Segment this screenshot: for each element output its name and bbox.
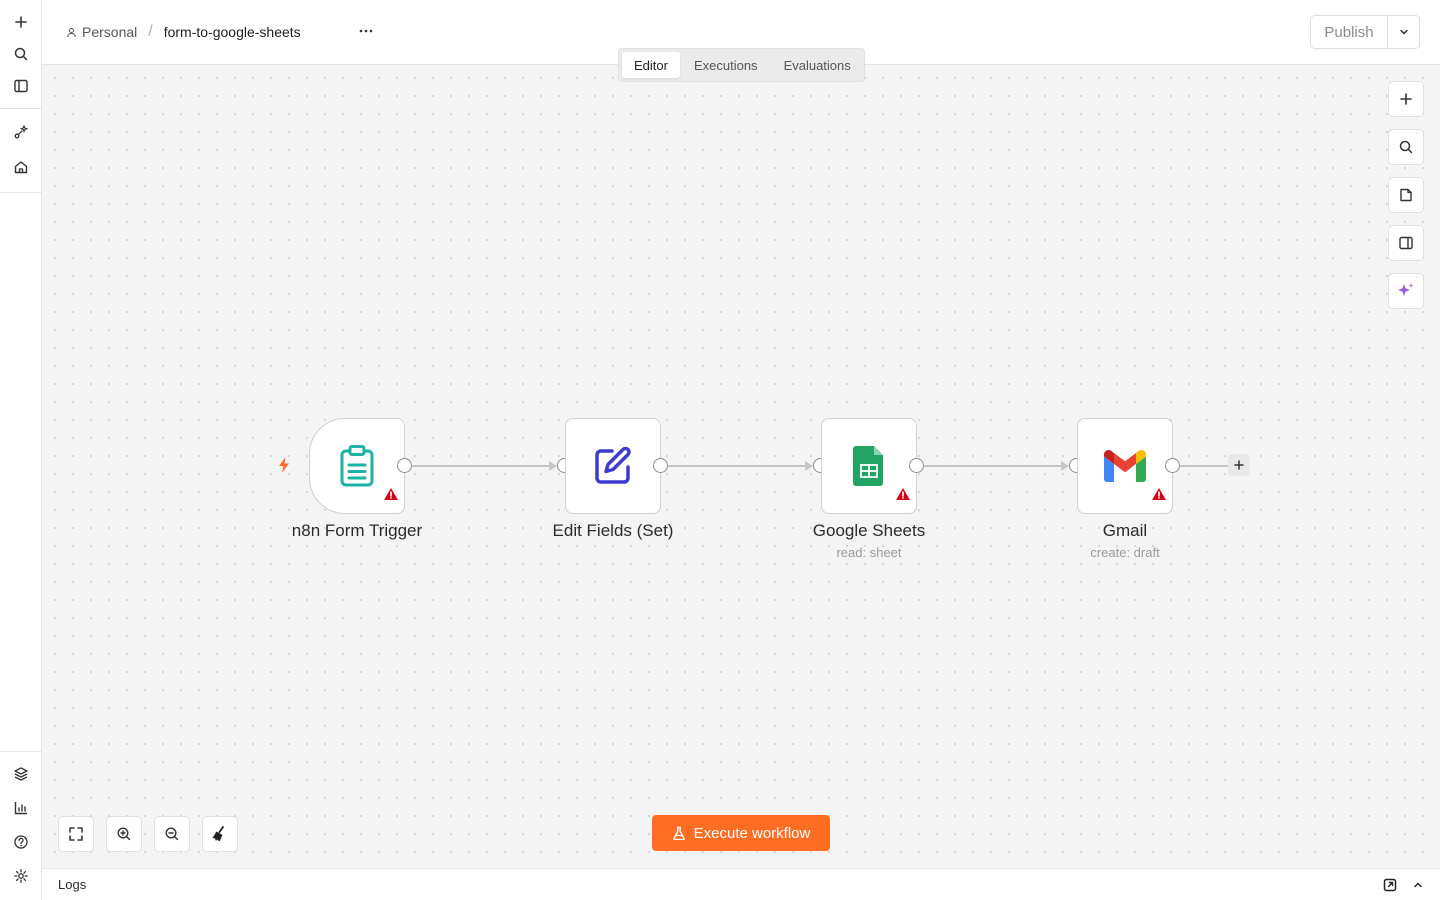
connection-edge[interactable] [668, 465, 806, 467]
connection-edge [1180, 465, 1228, 467]
publish-button[interactable]: Publish [1311, 16, 1387, 48]
warning-icon [383, 487, 399, 506]
broom-icon [212, 826, 224, 842]
user-icon [67, 27, 76, 37]
connection-edge[interactable] [412, 465, 550, 467]
fit-view-button[interactable] [58, 816, 94, 852]
rail-divider [0, 108, 42, 109]
node-label: Edit Fields (Set) [552, 521, 674, 540]
panel-left-icon[interactable] [9, 74, 33, 98]
plus-icon [1234, 460, 1244, 470]
node-label: Google Sheets [812, 521, 926, 540]
sticky-note-icon [1400, 188, 1412, 202]
templates-icon[interactable] [9, 762, 33, 786]
logs-label: Logs [58, 877, 87, 892]
node-gmail[interactable] [1077, 418, 1173, 514]
output-handle[interactable] [653, 458, 668, 473]
connection-arrow [1061, 461, 1069, 471]
tab-executions[interactable]: Executions [682, 52, 770, 78]
zoom-in-button[interactable] [106, 816, 142, 852]
node-label: Gmail [1102, 521, 1148, 540]
left-sidebar [0, 0, 42, 900]
project-label: Personal [82, 24, 138, 40]
more-options-button[interactable] [355, 20, 377, 42]
tab-evaluations[interactable]: Evaluations [772, 52, 863, 78]
pop-out-button[interactable] [1382, 877, 1398, 893]
node-edit-fields[interactable] [565, 418, 661, 514]
plus-icon[interactable] [9, 10, 33, 34]
node-subtitle: read: sheet [836, 545, 902, 560]
workflow-canvas[interactable]: n8n Form Trigger Edit Fields (Set) Googl… [42, 65, 1440, 868]
help-icon[interactable] [9, 830, 33, 854]
expand-logs-button[interactable] [1410, 877, 1426, 893]
connection-arrow [549, 461, 557, 471]
output-handle[interactable] [1165, 458, 1180, 473]
logs-panel-bar[interactable]: Logs [42, 868, 1440, 900]
tab-editor[interactable]: Editor [622, 52, 680, 78]
connection-arrow [805, 461, 813, 471]
rail-divider [0, 192, 42, 193]
flask-icon [672, 826, 685, 840]
project-link[interactable]: Personal [66, 24, 137, 40]
breadcrumb: Personal / form-to-google-sheets [66, 22, 301, 42]
node-google-sheets[interactable] [821, 418, 917, 514]
publish-button-group: Publish [1310, 15, 1420, 49]
search-nodes-button[interactable] [1388, 129, 1424, 165]
zoom-out-icon [165, 827, 179, 841]
pop-out-icon [1383, 878, 1397, 892]
tidy-up-button[interactable] [202, 816, 238, 852]
ellipsis-icon [359, 29, 373, 33]
zoom-out-button[interactable] [154, 816, 190, 852]
panel-right-icon [1399, 236, 1413, 250]
clipboard-icon [340, 445, 374, 487]
connection-edge[interactable] [924, 465, 1062, 467]
execute-workflow-button[interactable]: Execute workflow [652, 815, 830, 851]
gmail-icon [1104, 450, 1146, 482]
view-tabs: Editor Executions Evaluations [618, 48, 865, 82]
fit-view-icon [69, 827, 83, 841]
output-handle[interactable] [909, 458, 924, 473]
warning-icon [1151, 487, 1167, 506]
add-node-button[interactable] [1388, 81, 1424, 117]
nodes-sparkle-icon[interactable] [9, 120, 33, 144]
node-form-trigger[interactable] [309, 418, 405, 514]
ai-sparkle-icon [1398, 283, 1414, 296]
google-sheets-icon [853, 446, 883, 486]
search-icon[interactable] [9, 42, 33, 66]
warning-icon [895, 487, 911, 506]
rail-divider [0, 751, 42, 752]
settings-gear-icon[interactable] [9, 864, 33, 888]
ai-assistant-button[interactable] [1388, 273, 1424, 309]
search-icon [1399, 140, 1413, 154]
node-label: n8n Form Trigger [291, 521, 423, 540]
insights-chart-icon[interactable] [9, 796, 33, 820]
node-subtitle: create: draft [1090, 545, 1160, 560]
home-icon[interactable] [9, 155, 33, 179]
zoom-in-icon [117, 827, 131, 841]
publish-dropdown-button[interactable] [1387, 16, 1419, 48]
pen-square-icon [595, 446, 631, 484]
trigger-bolt-icon [277, 456, 291, 479]
workflow-name[interactable]: form-to-google-sheets [164, 24, 301, 40]
plus-icon [1400, 93, 1412, 105]
execute-workflow-label: Execute workflow [693, 824, 811, 842]
add-next-node-button[interactable] [1228, 454, 1250, 476]
chevron-down-icon [1399, 29, 1408, 35]
breadcrumb-separator: / [148, 23, 153, 40]
toggle-panel-button[interactable] [1388, 225, 1424, 261]
output-handle[interactable] [397, 458, 412, 473]
sticky-note-button[interactable] [1388, 177, 1424, 213]
chevron-up-icon [1414, 882, 1422, 888]
